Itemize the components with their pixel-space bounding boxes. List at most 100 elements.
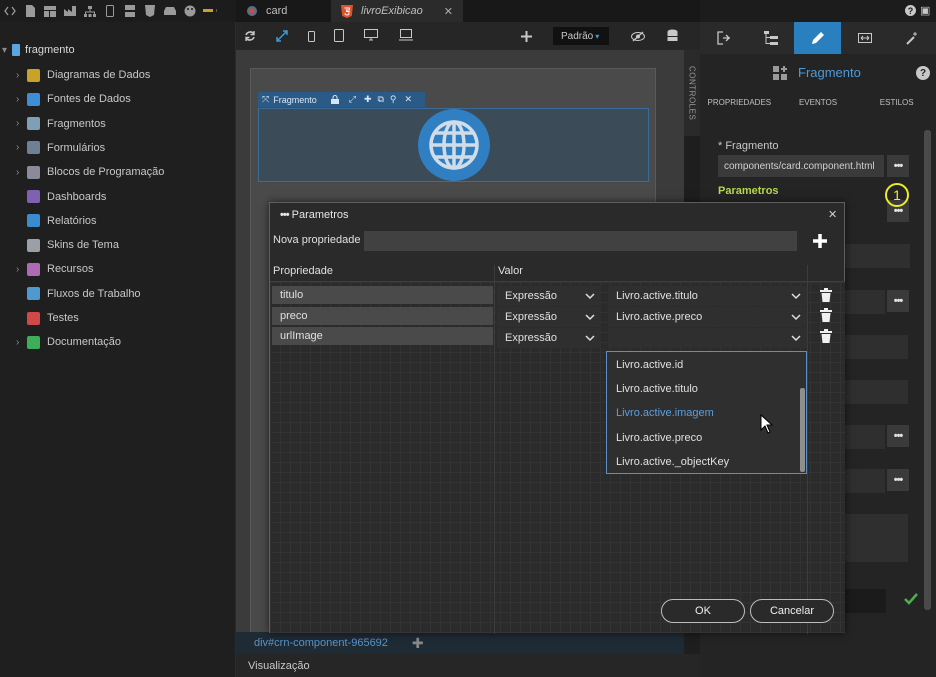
tree-item[interactable]: › Documentação [16,334,121,350]
property-field[interactable] [845,425,885,449]
property-browse-button[interactable]: ••• [887,425,909,447]
param-expression-select[interactable]: Livro.active.preco [608,307,807,327]
add-icon[interactable] [518,28,534,44]
tree-item[interactable]: Testes [16,310,79,326]
visualization-bar[interactable]: Visualização [236,654,700,677]
help-icon[interactable]: ? [916,66,930,80]
close-tab-icon[interactable]: ✕ [444,5,453,18]
tab-estilos[interactable]: ESTILOS [857,98,936,114]
tab-eventos[interactable]: EVENTOS [779,98,858,114]
close-icon[interactable]: ✕ [828,208,837,221]
laptop-view-icon[interactable] [398,27,414,43]
param-type-select[interactable]: Expressão [497,328,601,348]
import-icon[interactable] [700,22,747,54]
chevron-right-icon[interactable]: › [16,94,25,105]
property-field[interactable] [845,244,910,268]
add-property-icon[interactable] [811,232,829,250]
param-expression-select[interactable] [608,328,807,348]
property-field[interactable] [845,469,885,493]
document-icon[interactable] [23,4,37,18]
expression-dropdown[interactable]: Livro.active.id Livro.active.titulo Livr… [606,351,807,474]
chevron-right-icon[interactable]: › [16,167,25,178]
dropdown-scrollbar[interactable] [800,388,805,472]
dropdown-option[interactable]: Livro.active.id [616,359,683,371]
palette-icon[interactable] [183,4,197,18]
trash-icon[interactable] [820,288,832,302]
dropdown-option[interactable]: Livro.active._objectKey [616,456,729,468]
tree-item[interactable]: Skins de Tema [16,237,119,253]
trash-icon[interactable] [820,329,832,343]
tree-item[interactable]: › Diagramas de Dados [16,67,150,83]
chevron-right-icon[interactable]: › [16,70,25,81]
param-type-select[interactable]: Expressão [497,286,601,306]
property-field[interactable] [845,290,885,314]
chevron-right-icon[interactable]: › [16,337,25,348]
dropdown-option[interactable]: Livro.active.titulo [616,383,698,395]
dropdown-option[interactable]: Livro.active.preco [616,432,702,444]
window-icon[interactable]: ▣ [920,4,932,17]
breadcrumb-path[interactable]: div#crn-component-965692 [254,637,388,649]
panel-scrollbar[interactable] [924,130,931,610]
controls-side-tab[interactable]: CONTROLES [684,50,700,136]
hierarchy-icon[interactable] [747,22,794,54]
property-select[interactable] [845,380,908,404]
tab-card[interactable]: card [236,0,331,22]
tree-item[interactable]: Relatórios [16,213,97,229]
fragment-handle-bar[interactable]: ⤧ Fragmento ⤢ ✚ ⧉ ⚲ ✕ [258,92,425,107]
tablet-view-icon[interactable] [331,27,347,43]
database-icon[interactable] [664,27,680,43]
theme-select[interactable]: Padrão ▾ [553,27,609,45]
property-textarea[interactable] [845,514,908,562]
tab-propriedades[interactable]: PROPRIEDADES [700,98,779,114]
close-icon[interactable]: ✕ [405,94,413,105]
check-icon[interactable] [904,593,918,607]
add-element-icon[interactable]: ✚ [412,635,424,652]
tree-item[interactable]: › Recursos [16,261,93,277]
sitemap-icon[interactable] [83,4,97,18]
eye-slash-icon[interactable] [630,28,646,44]
param-expression-select[interactable]: Livro.active.titulo [608,286,807,306]
mobile-view-icon[interactable] [303,28,319,44]
fragment-path-input[interactable]: components/card.component.html [718,155,884,177]
param-name-urlimage[interactable]: urlImage [272,327,493,345]
resize-icon[interactable]: ⤢ [349,94,356,105]
ok-button[interactable]: OK [661,599,745,623]
tab-livroexibicao[interactable]: livroExibicao ✕ [331,0,463,22]
tree-root[interactable]: ▾ fragmento [2,44,75,56]
html5-icon[interactable] [143,4,157,18]
copy-icon[interactable]: ⧉ [377,94,383,105]
tree-item[interactable]: › Fragmentos [16,116,106,132]
dropdown-option-highlighted[interactable]: Livro.active.imagem [616,407,714,419]
property-browse-button[interactable]: ••• [887,469,909,491]
tree-item[interactable]: › Fontes de Dados [16,91,131,107]
server-icon[interactable] [123,4,137,18]
chevron-right-icon[interactable]: › [16,118,25,129]
refresh-icon[interactable] [242,28,258,44]
param-type-select[interactable]: Expressão [497,307,601,327]
tree-item[interactable]: › Formulários [16,140,105,156]
factory-icon[interactable] [63,4,77,18]
layout-icon[interactable] [43,4,57,18]
chevron-right-icon[interactable]: › [16,142,25,153]
resize-horizontal-icon[interactable] [841,22,888,54]
chevron-down-icon[interactable]: ▾ [2,45,7,56]
property-browse-button[interactable]: ••• [887,290,909,312]
param-name-preco[interactable]: preco [272,307,493,325]
help-icon[interactable]: ? [905,5,916,16]
chevron-right-icon[interactable]: › [16,264,25,275]
new-property-input[interactable] [364,231,797,251]
car-icon[interactable] [163,4,177,18]
magic-icon[interactable] [888,22,935,54]
edit-pencil-icon[interactable] [794,22,841,54]
magic-wand-icon[interactable]: ⚲ [390,94,397,105]
fragment-browse-button[interactable]: ••• [887,155,909,177]
tree-item[interactable]: › Blocos de Programação [16,164,164,180]
property-field[interactable] [838,589,886,613]
plus-icon[interactable]: ✚ [364,94,372,105]
tree-item[interactable]: Fluxos de Trabalho [16,286,141,302]
property-select[interactable] [845,335,908,359]
trash-icon[interactable] [820,308,832,322]
mobile-icon[interactable] [103,4,117,18]
desktop-view-icon[interactable] [363,27,379,43]
expand-icon[interactable] [274,28,290,44]
